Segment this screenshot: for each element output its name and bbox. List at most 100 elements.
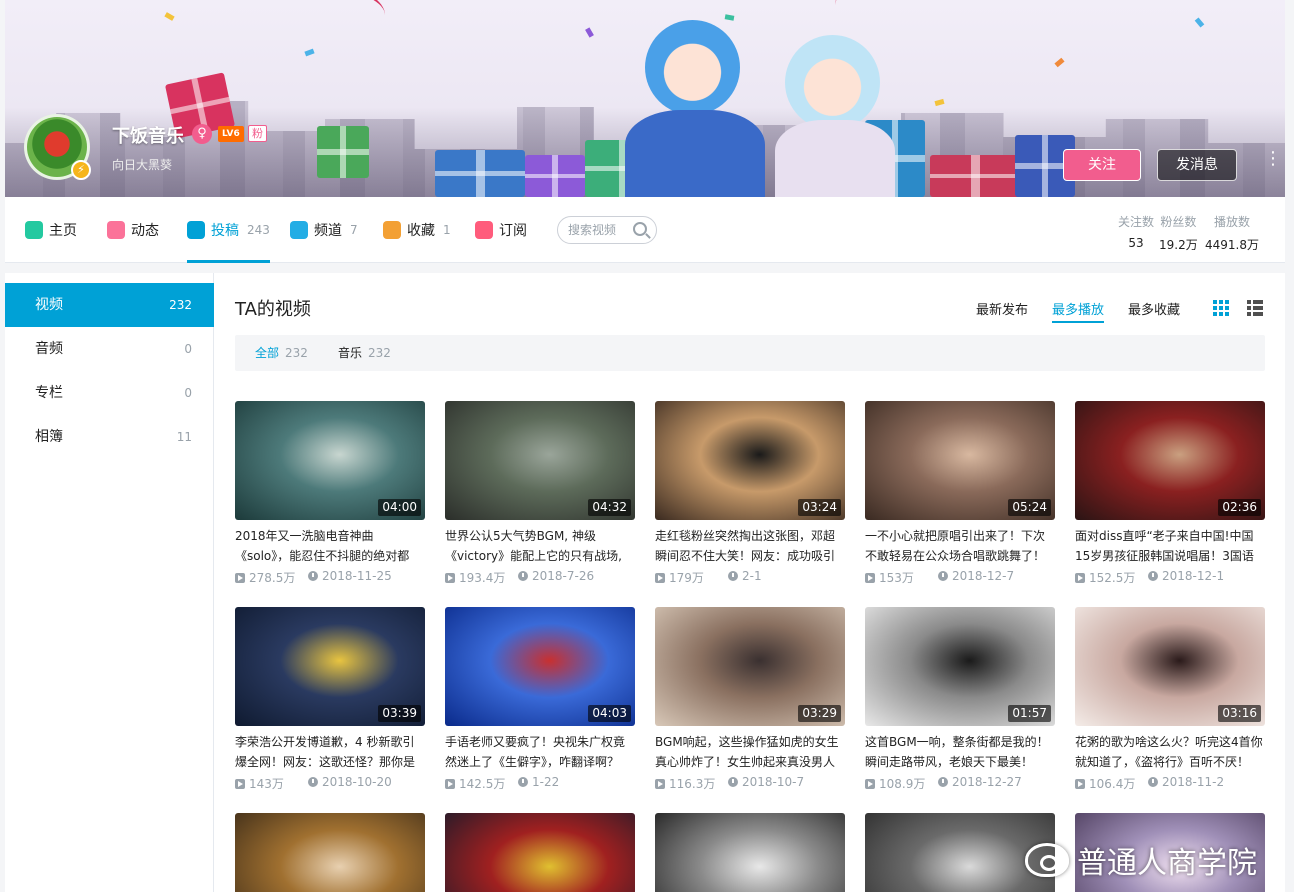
upload-date: 2018-12-7 <box>952 569 1015 583</box>
video-title[interactable]: 面对diss直呼“老子来自中国!中国15岁男孩征服韩国说唱届！3国语言 <box>1075 526 1265 566</box>
video-meta: 193.4万 2018-7-26 <box>445 569 635 585</box>
more-options-icon[interactable]: ⋮ <box>1264 150 1282 177</box>
video-card[interactable]: 04:32 世界公认5大气势BGM, 神级《victory》能配上它的只有战场, … <box>445 401 635 585</box>
video-thumbnail[interactable]: 03:16 <box>1075 607 1265 726</box>
clock-icon <box>728 571 738 581</box>
sidebar-item-articles[interactable]: 专栏 0 <box>5 371 214 415</box>
video-thumbnail[interactable]: 03:39 <box>235 607 425 726</box>
video-thumbnail[interactable] <box>445 813 635 892</box>
video-title[interactable]: 李荣浩公开发博道歉，4 秒新歌引爆全网！网友：这歌还怪？那你是 <box>235 732 425 772</box>
clock-icon <box>938 777 948 787</box>
video-title[interactable]: 走红毯粉丝突然掏出这张图，邓超瞬间忍不住大笑！网友：成功吸引 <box>655 526 845 566</box>
search-icon[interactable] <box>633 222 647 236</box>
video-card[interactable] <box>655 813 845 892</box>
stat-followers[interactable]: 粉丝数 19.2万 <box>1159 213 1198 253</box>
follow-button[interactable]: 关注 <box>1063 149 1141 181</box>
video-card[interactable]: 04:03 手语老师又要疯了！央视朱广权竟然迷上了《生僻字》，咋翻译啊？ 142.5… <box>445 607 635 791</box>
video-card[interactable]: 03:29 BGM响起，这些操作猛如虎的女生真心帅炸了！女生帅起来真没男人 116.… <box>655 607 845 791</box>
video-card[interactable]: 04:00 2018年又一洗脑电音神曲《solo》，能忍住不抖腿的绝对都 278.5… <box>235 401 425 585</box>
list-view-icon[interactable] <box>1247 300 1263 316</box>
video-card[interactable]: 03:24 走红毯粉丝突然掏出这张图，邓超瞬间忍不住大笑！网友：成功吸引 179万 2… <box>655 401 845 585</box>
fan-badge: 粉 <box>248 125 267 142</box>
send-message-button[interactable]: 发消息 <box>1157 149 1237 181</box>
sort-latest[interactable]: 最新发布 <box>976 299 1028 318</box>
video-title[interactable]: 一不小心就把原唱引出来了！下次不敢轻易在公众场合唱歌跳舞了！ <box>865 526 1055 566</box>
video-thumbnail[interactable]: 03:29 <box>655 607 845 726</box>
anime-girl-blue-illustration <box>645 20 740 115</box>
video-duration: 02:36 <box>1218 499 1261 516</box>
category-filter-bar: 全部 232 音乐 232 <box>235 335 1265 371</box>
filter-music[interactable]: 音乐 232 <box>338 335 391 371</box>
video-thumbnail[interactable]: 03:24 <box>655 401 845 520</box>
video-thumbnail[interactable] <box>655 813 845 892</box>
video-thumbnail[interactable]: 05:24 <box>865 401 1055 520</box>
watermark-text: 普通人商学院 <box>1077 846 1257 881</box>
tab-subscriptions[interactable]: 订阅 <box>475 197 527 263</box>
sidebar-item-albums[interactable]: 相簿 11 <box>5 415 214 459</box>
tab-count: 1 <box>443 223 451 237</box>
video-meta: 278.5万 2018-11-25 <box>235 569 425 585</box>
play-count-icon <box>865 573 875 583</box>
sidebar-item-audio[interactable]: 音频 0 <box>5 327 214 371</box>
sidebar-item-label: 专栏 <box>35 385 63 401</box>
play-count-icon <box>235 779 245 789</box>
upload-date: 2018-10-7 <box>742 775 805 789</box>
video-thumbnail[interactable] <box>235 813 425 892</box>
video-card[interactable]: 02:36 面对diss直呼“老子来自中国!中国15岁男孩征服韩国说唱届！3国语言… <box>1075 401 1265 585</box>
upload-date: 2018-11-25 <box>322 569 392 583</box>
video-thumbnail[interactable]: 04:03 <box>445 607 635 726</box>
sort-most-played[interactable]: 最多播放 <box>1052 299 1105 323</box>
play-count-icon <box>445 573 455 583</box>
video-title[interactable]: 2018年又一洗脑电音神曲《solo》，能忍住不抖腿的绝对都 <box>235 526 425 566</box>
stat-value: 19.2万 <box>1159 238 1198 252</box>
video-card[interactable] <box>235 813 425 892</box>
sort-most-favorited[interactable]: 最多收藏 <box>1128 299 1180 318</box>
tab-home[interactable]: 主页 <box>25 197 77 263</box>
video-card[interactable]: 05:24 一不小心就把原唱引出来了！下次不敢轻易在公众场合唱歌跳舞了！ 153万 2… <box>865 401 1055 585</box>
video-meta: 106.4万 2018-11-2 <box>1075 775 1265 791</box>
filter-all[interactable]: 全部 232 <box>255 335 308 371</box>
tab-label: 动态 <box>131 223 159 239</box>
video-title[interactable]: 手语老师又要疯了！央视朱广权竟然迷上了《生僻字》，咋翻译啊？ <box>445 732 635 772</box>
dynamic-icon <box>107 221 125 239</box>
upload-date: 2018-12-1 <box>1162 569 1225 583</box>
video-title[interactable]: 花粥的歌为啥这么火？听完这4首你就知道了，《盗将行》百听不厌！ <box>1075 732 1265 772</box>
video-card[interactable]: 03:39 李荣浩公开发博道歉，4 秒新歌引爆全网！网友：这歌还怪？那你是 143万… <box>235 607 425 791</box>
play-count-icon <box>655 779 665 789</box>
play-count-icon <box>865 779 875 789</box>
gift-box-decoration <box>317 126 369 178</box>
stat-plays: 播放数 4491.8万 <box>1205 213 1259 253</box>
video-title[interactable]: 这首BGM一响，整条街都是我的！瞬间走路带风，老娘天下最美！ <box>865 732 1055 772</box>
play-count-icon <box>1075 779 1085 789</box>
sidebar-item-count: 232 <box>169 298 192 312</box>
video-duration: 03:39 <box>378 705 421 722</box>
filter-label: 全部 <box>255 346 280 360</box>
video-card[interactable]: 03:16 花粥的歌为啥这么火？听完这4首你就知道了，《盗将行》百听不厌！ 106.… <box>1075 607 1265 791</box>
upload-date: 2018-11-2 <box>1162 775 1225 789</box>
anime-girl-white-illustration <box>785 35 880 130</box>
filter-label: 音乐 <box>338 346 363 360</box>
clock-icon <box>938 571 948 581</box>
tab-favorites[interactable]: 收藏 1 <box>383 197 451 263</box>
upload-date-wrap: 2018-12-7 <box>938 569 1014 583</box>
tab-channels[interactable]: 频道 7 <box>290 197 358 263</box>
grid-view-icon[interactable] <box>1213 300 1229 316</box>
video-thumbnail[interactable]: 02:36 <box>1075 401 1265 520</box>
video-thumbnail[interactable]: 04:32 <box>445 401 635 520</box>
video-card[interactable]: 01:57 这首BGM一响，整条街都是我的！瞬间走路带风，老娘天下最美！ 108.9… <box>865 607 1055 791</box>
upload-date: 2-1 <box>742 569 762 583</box>
video-title[interactable]: 世界公认5大气势BGM, 神级《victory》能配上它的只有战场, 听 <box>445 526 635 566</box>
video-thumbnail[interactable]: 01:57 <box>865 607 1055 726</box>
sidebar-item-videos[interactable]: 视频 232 <box>5 283 214 327</box>
tab-uploads[interactable]: 投稿 243 <box>187 197 270 263</box>
play-count: 108.9万 <box>879 777 926 791</box>
stat-following[interactable]: 关注数 53 <box>1118 213 1154 250</box>
video-meta: 179万 2-1 <box>655 569 845 585</box>
tab-dynamic[interactable]: 动态 <box>107 197 159 263</box>
video-thumbnail[interactable]: 04:00 <box>235 401 425 520</box>
sidebar-item-label: 视频 <box>35 297 63 313</box>
video-duration: 03:29 <box>798 705 841 722</box>
video-title[interactable]: BGM响起，这些操作猛如虎的女生真心帅炸了！女生帅起来真没男人 <box>655 732 845 772</box>
video-card[interactable] <box>445 813 635 892</box>
play-count: 193.4万 <box>459 571 506 585</box>
